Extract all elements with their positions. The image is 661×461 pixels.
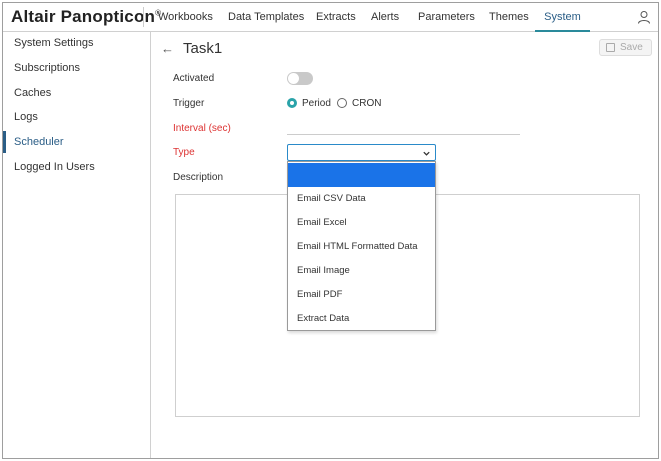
type-dropdown-menu: Email CSV Data Email Excel Email HTML Fo… [287,161,436,331]
interval-label: Interval (sec) [173,123,231,134]
trigger-cron-label[interactable]: CRON [352,98,381,109]
app-logo[interactable]: Altair Panopticon® [11,7,161,27]
sidebar: System Settings Subscriptions Caches Log… [3,32,151,458]
toggle-knob [288,73,299,84]
type-option-extract-data[interactable]: Extract Data [288,307,435,331]
nav-tab-extracts[interactable]: Extracts [316,3,356,32]
description-label: Description [173,172,224,183]
type-option-email-csv-data[interactable]: Email CSV Data [288,187,435,211]
activated-toggle[interactable] [287,72,313,85]
logo-divider [143,7,144,27]
sidebar-item-logs[interactable]: Logs [3,106,150,128]
nav-tab-workbooks[interactable]: Workbooks [158,3,213,32]
type-option-email-image[interactable]: Email Image [288,259,435,283]
type-label: Type [173,147,195,158]
save-button[interactable]: Save [599,39,652,56]
app-title: Altair Panopticon [11,7,156,26]
sidebar-item-caches[interactable]: Caches [3,82,150,104]
save-icon [606,43,615,52]
sidebar-item-system-settings[interactable]: System Settings [3,32,150,54]
sidebar-item-scheduler[interactable]: Scheduler [3,131,150,153]
nav-tab-themes[interactable]: Themes [489,3,529,32]
trigger-label: Trigger [173,98,205,109]
trigger-cron-radio[interactable] [337,98,347,108]
sidebar-item-logged-in-users[interactable]: Logged In Users [3,156,150,178]
back-arrow-icon[interactable]: ← [161,41,174,56]
type-option-email-pdf[interactable]: Email PDF [288,283,435,307]
trigger-period-label[interactable]: Period [302,98,331,109]
chevron-down-icon [423,151,430,156]
type-select[interactable] [287,144,436,161]
app-window: Altair Panopticon® Workbooks Data Templa… [2,2,659,459]
type-option-email-html-formatted-data[interactable]: Email HTML Formatted Data [288,235,435,259]
save-button-label: Save [620,42,643,53]
activated-label: Activated [173,73,215,84]
interval-input[interactable] [287,134,520,135]
type-option-email-excel[interactable]: Email Excel [288,211,435,235]
page-title: Task1 [183,40,223,57]
top-bar: Altair Panopticon® Workbooks Data Templa… [3,3,658,32]
nav-tab-system[interactable]: System [535,3,590,32]
type-option-blank[interactable] [288,163,435,187]
trigger-period-radio[interactable] [287,98,297,108]
sidebar-item-subscriptions[interactable]: Subscriptions [3,57,150,79]
nav-tab-alerts[interactable]: Alerts [371,3,399,32]
nav-tab-data-templates[interactable]: Data Templates [228,3,304,32]
nav-tab-parameters[interactable]: Parameters [418,3,475,32]
user-icon[interactable] [637,10,651,24]
